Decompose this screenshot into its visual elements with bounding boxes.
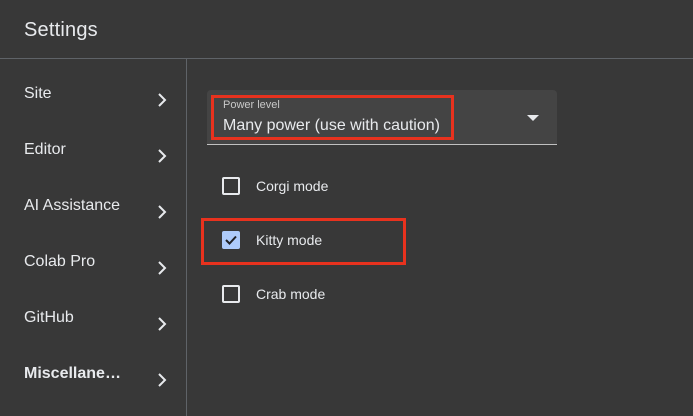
checkbox-unchecked-icon[interactable] [222,177,240,195]
header: Settings [0,0,693,59]
checkbox-label: Kitty mode [256,232,323,248]
sidebar-item-label: AI Assistance [24,197,121,214]
sidebar-item-ai-assistance[interactable]: AI Assistance [0,179,186,235]
chevron-right-icon [158,317,167,331]
settings-dialog: Settings Site Editor AI Assistance Colab… [0,0,693,416]
sidebar-item-label: GitHub [24,309,74,326]
sidebar-item-label: Editor [24,141,66,158]
chevron-right-icon [158,261,167,275]
sidebar-item-label: Site [24,85,52,102]
page-title: Settings [24,19,98,41]
sidebar-item-miscellaneous[interactable]: Miscellaneous [0,347,186,403]
sidebar-item-editor[interactable]: Editor [0,123,186,179]
checkbox-label: Corgi mode [256,178,329,194]
sidebar-item-label: Colab Pro [24,253,96,270]
chevron-right-icon [158,93,167,107]
sidebar-item-label: Miscellaneous [24,365,128,382]
sidebar: Site Editor AI Assistance Colab Pro GitH… [0,59,187,416]
power-level-value: Many power (use with caution) [223,117,440,134]
power-level-select[interactable]: Power level Many power (use with caution… [207,90,557,145]
chevron-right-icon [158,149,167,163]
checkbox-checked-icon[interactable] [222,231,240,249]
power-level-label: Power level [223,99,280,111]
checkbox-unchecked-icon[interactable] [222,285,240,303]
sidebar-item-colab-pro[interactable]: Colab Pro [0,235,186,291]
chevron-right-icon [158,373,167,387]
sidebar-item-site[interactable]: Site [0,67,186,123]
sidebar-item-github[interactable]: GitHub [0,291,186,347]
settings-content: Power level Many power (use with caution… [187,59,693,416]
dropdown-arrow-icon [527,115,539,121]
chevron-right-icon [158,205,167,219]
checkbox-label: Crab mode [256,286,326,302]
